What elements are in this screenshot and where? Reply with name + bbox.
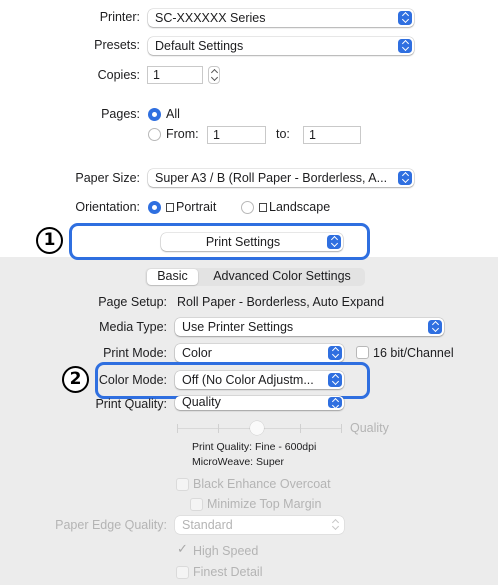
print-quality-label: Print Quality: bbox=[95, 397, 167, 411]
chevron-updown-icon bbox=[398, 11, 412, 25]
print-mode-popup[interactable]: Color bbox=[175, 344, 344, 362]
paper-size-label: Paper Size: bbox=[75, 171, 140, 185]
minimize-margin-label: Minimize Top Margin bbox=[207, 497, 322, 511]
landscape-orientation-icon bbox=[259, 203, 267, 212]
media-type-value: Use Printer Settings bbox=[182, 320, 294, 334]
pages-all-label: All bbox=[166, 107, 180, 121]
page-setup-value: Roll Paper - Borderless, Auto Expand bbox=[177, 295, 385, 309]
landscape-label: Landscape bbox=[269, 200, 331, 214]
callout-1-frame bbox=[69, 223, 370, 260]
orientation-label: Orientation: bbox=[75, 200, 140, 214]
print-quality-value: Quality bbox=[182, 396, 221, 409]
quality-slider-knob[interactable] bbox=[250, 421, 264, 435]
finest-detail-label: Finest Detail bbox=[193, 565, 263, 579]
pages-from-radio[interactable] bbox=[148, 128, 161, 141]
orientation-portrait-radio[interactable] bbox=[148, 201, 161, 214]
pages-to-label: to: bbox=[276, 127, 290, 141]
print-quality-popup[interactable]: Quality bbox=[175, 396, 344, 410]
minimize-margin-checkbox[interactable] bbox=[190, 498, 203, 511]
slider-tick bbox=[218, 424, 219, 433]
printer-popup[interactable]: SC-XXXXXX Series bbox=[148, 9, 414, 27]
paper-edge-label: Paper Edge Quality: bbox=[55, 518, 167, 532]
chevron-updown-icon bbox=[328, 346, 342, 360]
orientation-landscape-radio[interactable] bbox=[241, 201, 254, 214]
tab-basic[interactable]: Basic bbox=[147, 269, 198, 283]
copies-label: Copies: bbox=[97, 68, 140, 82]
paper-size-popup[interactable]: Super A3 / B (Roll Paper - Borderless, A… bbox=[148, 169, 414, 187]
chevron-updown-icon bbox=[398, 171, 412, 185]
sixteen-bit-checkbox[interactable] bbox=[356, 346, 369, 359]
chevron-updown-icon bbox=[328, 397, 342, 408]
chevron-updown-icon bbox=[398, 39, 412, 53]
paper-size-value: Super A3 / B (Roll Paper - Borderless, A… bbox=[155, 171, 388, 185]
finest-detail-checkbox[interactable] bbox=[176, 566, 189, 579]
print-mode-label: Print Mode: bbox=[103, 346, 167, 360]
paper-edge-value: Standard bbox=[182, 518, 233, 532]
callout-1-number: 1 bbox=[36, 227, 63, 254]
portrait-orientation-icon bbox=[166, 203, 174, 212]
paper-edge-popup[interactable]: Standard bbox=[175, 516, 344, 534]
slider-tick bbox=[300, 424, 301, 433]
slider-tick bbox=[177, 424, 178, 433]
printer-label: Printer: bbox=[99, 10, 140, 24]
portrait-label: Portrait bbox=[176, 200, 217, 214]
chevron-updown-icon bbox=[328, 518, 342, 532]
print-mode-value: Color bbox=[182, 346, 212, 360]
orientation-landscape-option: Landscape bbox=[259, 200, 330, 214]
pages-from-label: From: bbox=[166, 127, 199, 141]
orientation-portrait-option: Portrait bbox=[166, 200, 216, 214]
media-type-popup[interactable]: Use Printer Settings bbox=[175, 318, 444, 336]
checkmark-icon: ✓ bbox=[177, 541, 188, 556]
copies-field[interactable]: 1 bbox=[147, 66, 203, 84]
copies-stepper[interactable] bbox=[208, 66, 220, 84]
tab-advanced-color[interactable]: Advanced Color Settings bbox=[201, 269, 363, 283]
pages-all-radio[interactable] bbox=[148, 108, 161, 121]
slider-tick bbox=[341, 424, 342, 433]
print-quality-info: Print Quality: Fine - 600dpi bbox=[192, 441, 317, 453]
callout-2-number: 2 bbox=[62, 366, 89, 393]
chevron-updown-icon bbox=[428, 320, 442, 334]
high-speed-label[interactable]: High Speed bbox=[193, 544, 258, 558]
pages-label: Pages: bbox=[101, 107, 140, 121]
media-type-label: Media Type: bbox=[99, 320, 167, 334]
printer-value: SC-XXXXXX Series bbox=[155, 11, 266, 25]
page-setup-label: Page Setup: bbox=[98, 295, 167, 309]
pages-from-field[interactable]: 1 bbox=[207, 126, 266, 144]
black-enhance-checkbox[interactable] bbox=[176, 478, 189, 491]
quality-slider-label: Quality bbox=[350, 421, 389, 435]
callout-2-frame bbox=[95, 362, 370, 399]
pages-to-field[interactable]: 1 bbox=[303, 126, 361, 144]
microweave-info: MicroWeave: Super bbox=[192, 456, 285, 468]
presets-popup[interactable]: Default Settings bbox=[148, 37, 414, 55]
sixteen-bit-label: 16 bit/Channel bbox=[373, 346, 454, 360]
presets-value: Default Settings bbox=[155, 39, 244, 53]
black-enhance-label: Black Enhance Overcoat bbox=[193, 477, 331, 491]
presets-label: Presets: bbox=[94, 38, 140, 52]
